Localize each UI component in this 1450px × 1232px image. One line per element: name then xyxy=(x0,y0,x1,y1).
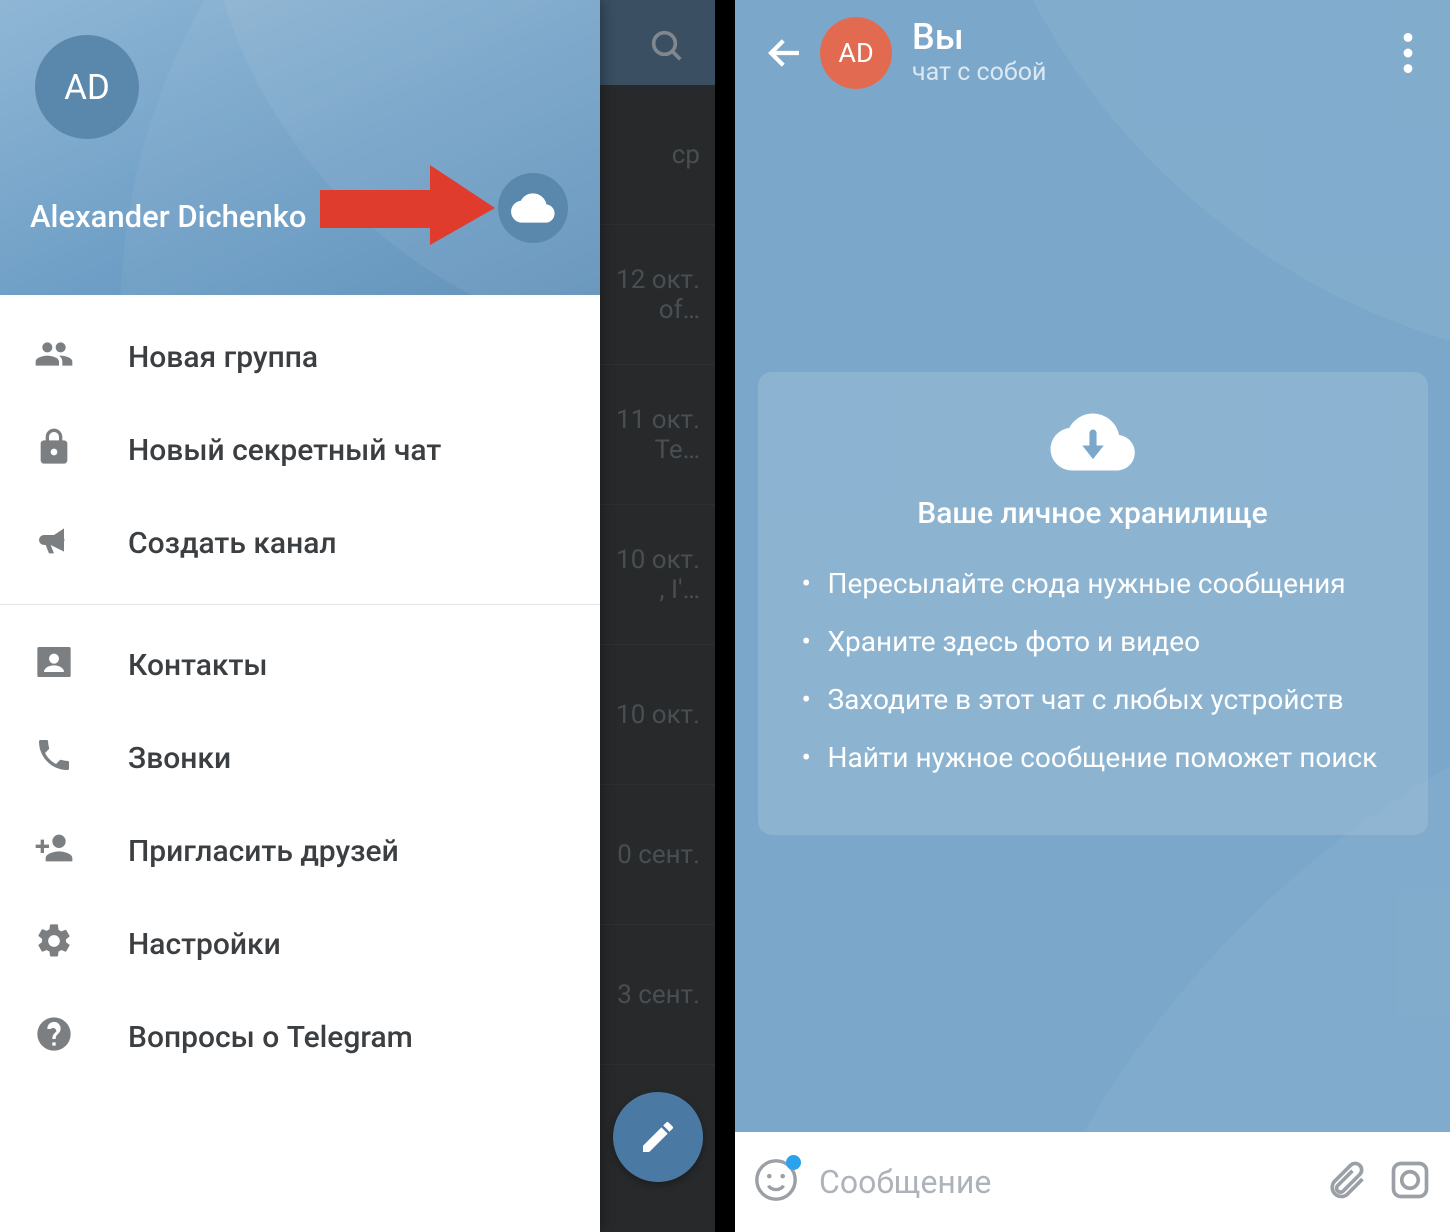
card-title: Ваше личное хранилище xyxy=(798,496,1388,531)
card-bullet-list: Пересылайте сюда нужные сообщения Хранит… xyxy=(798,563,1388,779)
chat-body: Ваше личное хранилище Пересылайте сюда н… xyxy=(735,105,1450,1132)
right-panel: AD Вы чат с собой Ваше личное хранилище … xyxy=(735,0,1450,1232)
message-input[interactable] xyxy=(819,1163,1304,1201)
left-panel: ср 12 окт.of… 11 окт.Te… 10 окт., I'… 10… xyxy=(0,0,715,1232)
menu-label: Новая группа xyxy=(128,340,318,375)
drawer-menu: Новая группа Новый секретный чат Создать… xyxy=(0,295,600,1232)
mic-square-icon xyxy=(1388,1158,1432,1202)
menu-new-channel[interactable]: Создать канал xyxy=(0,497,600,590)
saved-messages-card: Ваше личное хранилище Пересылайте сюда н… xyxy=(758,372,1428,835)
contact-icon xyxy=(34,642,128,690)
user-avatar[interactable]: AD xyxy=(35,35,139,139)
cloud-download-icon xyxy=(798,410,1388,474)
message-input-bar xyxy=(735,1132,1450,1232)
emoji-button[interactable] xyxy=(753,1157,799,1207)
menu-faq[interactable]: Вопросы о Telegram xyxy=(0,991,600,1084)
card-bullet: Пересылайте сюда нужные сообщения xyxy=(798,563,1388,605)
voice-button[interactable] xyxy=(1388,1158,1432,1206)
menu-label: Вопросы о Telegram xyxy=(128,1020,413,1055)
chat-header: AD Вы чат с собой xyxy=(735,0,1450,105)
menu-calls[interactable]: Звонки xyxy=(0,712,600,805)
card-bullet: Найти нужное сообщение поможет поиск xyxy=(798,737,1388,779)
phone-icon xyxy=(34,735,128,783)
chat-subtitle: чат с собой xyxy=(912,58,1046,87)
emoji-notification-dot xyxy=(786,1155,801,1170)
menu-separator xyxy=(0,604,600,605)
chat-menu-button[interactable] xyxy=(1380,33,1435,73)
menu-new-group[interactable]: Новая группа xyxy=(0,311,600,404)
group-icon xyxy=(34,334,128,382)
chat-title-block[interactable]: Вы чат с собой xyxy=(912,19,1046,87)
menu-label: Контакты xyxy=(128,648,268,683)
menu-contacts[interactable]: Контакты xyxy=(0,619,600,712)
menu-invite[interactable]: Пригласить друзей xyxy=(0,805,600,898)
card-bullet: Храните здесь фото и видео xyxy=(798,621,1388,663)
megaphone-icon xyxy=(34,520,128,568)
help-icon xyxy=(34,1014,128,1062)
menu-label: Пригласить друзей xyxy=(128,834,399,869)
arrow-left-icon xyxy=(764,32,806,74)
menu-settings[interactable]: Настройки xyxy=(0,898,600,991)
saved-messages-cloud-button[interactable] xyxy=(498,173,568,243)
menu-secret-chat[interactable]: Новый секретный чат xyxy=(0,404,600,497)
navigation-drawer: AD Alexander Dichenko Новая группа Новый… xyxy=(0,0,600,1232)
chat-avatar-initials: AD xyxy=(838,37,873,69)
chat-avatar[interactable]: AD xyxy=(820,17,892,89)
menu-label: Настройки xyxy=(128,927,281,962)
lock-icon xyxy=(34,427,128,475)
invite-icon xyxy=(34,828,128,876)
menu-label: Создать канал xyxy=(128,526,337,561)
chat-title: Вы xyxy=(912,19,1046,55)
menu-label: Звонки xyxy=(128,741,231,776)
pencil-icon xyxy=(638,1117,678,1157)
panel-divider xyxy=(715,0,735,1232)
drawer-header: AD Alexander Dichenko xyxy=(0,0,600,295)
compose-fab[interactable] xyxy=(613,1092,703,1182)
cloud-icon xyxy=(511,192,555,224)
avatar-initials: AD xyxy=(64,67,110,108)
more-vert-icon xyxy=(1403,33,1413,73)
annotation-arrow xyxy=(320,160,500,250)
back-button[interactable] xyxy=(750,32,820,74)
paperclip-icon xyxy=(1324,1158,1368,1202)
menu-label: Новый секретный чат xyxy=(128,433,441,468)
user-name: Alexander Dichenko xyxy=(30,198,307,235)
card-bullet: Заходите в этот чат с любых устройств xyxy=(798,679,1388,721)
gear-icon xyxy=(34,921,128,969)
attach-button[interactable] xyxy=(1324,1158,1368,1206)
